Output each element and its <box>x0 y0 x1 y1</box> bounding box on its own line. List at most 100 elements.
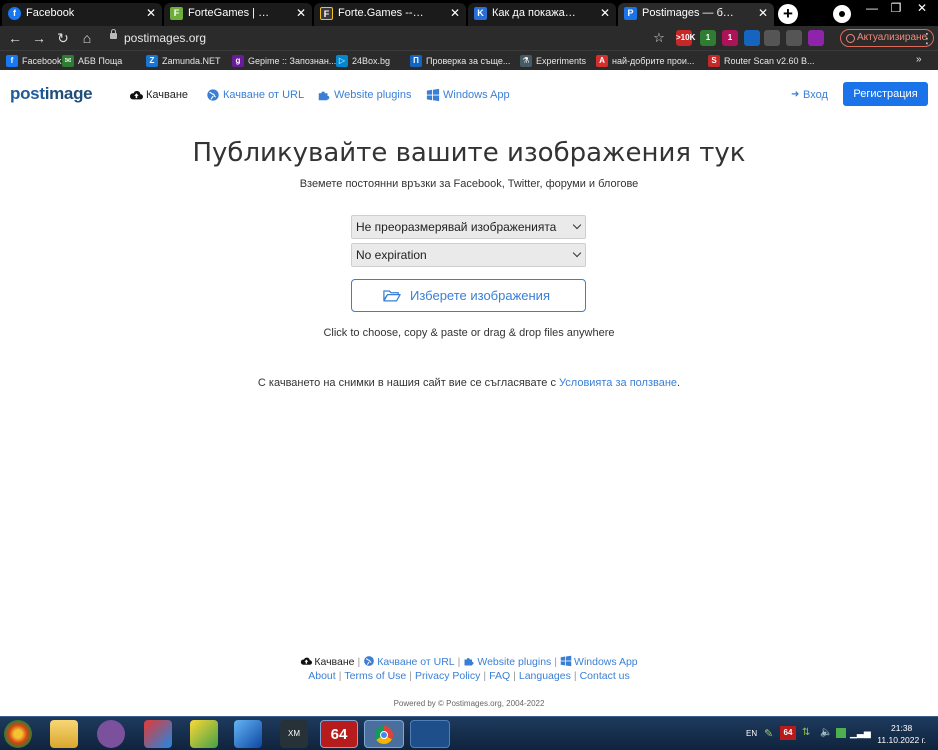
choose-images-button[interactable]: Изберете изображения <box>351 279 586 312</box>
language-indicator[interactable]: EN <box>746 729 757 738</box>
url-text: postimages.org <box>124 31 207 45</box>
home-icon[interactable]: ⌂ <box>78 29 96 47</box>
expiration-select[interactable]: No expiration <box>351 243 586 267</box>
upload-hint: Click to choose, copy & paste or drag & … <box>323 327 615 339</box>
footer-nav-windows-app[interactable]: Windows App <box>560 655 638 668</box>
bookmark-item[interactable]: ⚗ Experiments <box>520 54 586 68</box>
fortegames-icon: F <box>170 7 183 20</box>
battery-icon[interactable] <box>836 728 846 738</box>
expiration-select-value: No expiration <box>356 248 427 262</box>
footer-link-privacy[interactable]: Privacy Policy <box>415 670 480 682</box>
postimage-logo[interactable]: postimage <box>10 84 93 104</box>
forward-icon[interactable]: → <box>30 29 48 47</box>
bookmark-item[interactable]: П Проверка за съще... <box>410 54 510 68</box>
nav-windows-app[interactable]: Windows App <box>426 88 510 102</box>
tab-how-to-show-image[interactable]: K Как да покажа изображен ✕ <box>468 3 616 26</box>
clock[interactable]: 21:38 11.10.2022 г. <box>877 722 926 746</box>
bookmark-item[interactable]: Z Zamunda.NET <box>146 54 221 68</box>
chrome-icon[interactable] <box>364 720 404 748</box>
file-explorer-icon[interactable] <box>50 720 78 748</box>
reading-list-icon[interactable] <box>786 30 802 46</box>
postimages-icon: P <box>624 7 637 20</box>
footer-link-about[interactable]: About <box>308 670 335 682</box>
minimize-button[interactable]: — <box>860 0 884 17</box>
system-tray: EN ✎ 64 ⇅ 🔈 ▁▃▅ 21:38 11.10.2022 г. <box>740 717 938 750</box>
extension-headset-icon[interactable] <box>744 30 760 46</box>
bookmark-item[interactable]: S Router Scan v2.60 B... <box>708 54 815 68</box>
maximize-button[interactable]: ❐ <box>884 0 908 17</box>
close-window-button[interactable]: ✕ <box>908 0 936 17</box>
close-icon[interactable]: ✕ <box>146 3 156 24</box>
footer-nav-upload[interactable]: Качване <box>300 656 354 668</box>
back-icon[interactable]: ← <box>6 29 24 47</box>
windows-icon <box>560 655 572 667</box>
bookmark-star-icon[interactable]: ☆ <box>650 29 668 47</box>
resize-select[interactable]: Не преоразмерявай изображенията <box>351 215 586 239</box>
tray-badge[interactable]: 64 <box>780 726 796 740</box>
bookmark-item[interactable]: Aнай-добрите прои... <box>596 54 694 68</box>
app-64-icon[interactable]: 64 <box>320 720 358 748</box>
tab-search-icon[interactable] <box>833 5 851 23</box>
resize-select-value: Не преоразмерявай изображенията <box>356 220 557 234</box>
register-button[interactable]: Регистрация <box>843 82 928 106</box>
footer-nav: Качване | Качване от URL | Website plugins | W… <box>0 655 938 668</box>
nav-upload-label: Качване <box>146 89 189 101</box>
login-link[interactable]: Вход <box>791 88 828 102</box>
terms-notice: С качването на снимки в нашия сайт вие с… <box>0 377 938 389</box>
tab-postimages[interactable]: P Postimages — безплатен ✕ <box>618 3 774 26</box>
bookmark-item[interactable]: ▷ 24Box.bg <box>336 54 390 68</box>
start-orb-icon[interactable] <box>4 720 32 748</box>
powered-by: Powered by © Postimages.org, 2004-2022 <box>393 699 545 708</box>
new-tab-button[interactable]: + <box>778 4 798 24</box>
footer-nav-website-plugins[interactable]: Website plugins <box>463 656 551 668</box>
extension-badge-icon[interactable]: 1 <box>722 30 738 46</box>
extension-tree-icon[interactable]: 1 <box>700 30 716 46</box>
profile-icon[interactable] <box>808 30 824 46</box>
extension-10k-icon[interactable]: >10K <box>676 30 695 46</box>
close-icon[interactable]: ✕ <box>600 3 610 24</box>
nav-windows-app-label: Windows App <box>443 89 510 101</box>
pen-icon[interactable]: ✎ <box>764 727 773 740</box>
volume-icon[interactable]: 🔈 <box>820 727 832 738</box>
bookmark-item[interactable]: f Facebook <box>6 54 62 68</box>
logo-post-text: post <box>10 84 45 103</box>
app-blue-icon[interactable] <box>410 720 450 748</box>
footer-link-languages[interactable]: Languages <box>519 670 571 682</box>
app-icon[interactable] <box>234 720 262 748</box>
tab-title: Postimages — безплатен <box>642 7 734 19</box>
terms-suffix: . <box>677 377 681 389</box>
footer-nav-upload-url[interactable]: Качване от URL <box>363 656 455 668</box>
footer-link-terms[interactable]: Terms of Use <box>344 670 406 682</box>
menu-icon[interactable]: ⋮ <box>918 29 936 47</box>
puzzle-game-icon[interactable] <box>190 720 218 748</box>
footer-link-contact[interactable]: Contact us <box>580 670 630 682</box>
nav-upload-url[interactable]: Качване от URL <box>206 88 304 102</box>
nav-upload[interactable]: Качване <box>129 88 188 102</box>
tab-fortegames-belot[interactable]: F ForteGames | Белот Играй ✕ <box>164 3 312 26</box>
signal-icon[interactable]: ▁▃▅ <box>850 728 871 739</box>
folder-open-icon <box>383 290 401 302</box>
lock-icon[interactable] <box>110 29 117 41</box>
close-icon[interactable]: ✕ <box>758 3 768 24</box>
footer-nav-website-plugins-label: Website plugins <box>477 656 552 668</box>
url-field[interactable]: postimages.org <box>104 29 674 47</box>
reload-icon[interactable]: ↻ <box>54 29 72 47</box>
taskbar: XM 64 EN ✎ 64 ⇅ 🔈 ▁▃▅ 21:38 11.10.2022 г… <box>0 716 938 750</box>
bookmark-item[interactable]: ✉ АБВ Поща <box>62 54 122 68</box>
bookmark-item[interactable]: g Gepime :: Запознан... <box>232 54 336 68</box>
close-icon[interactable]: ✕ <box>450 3 460 24</box>
terms-link[interactable]: Условията за ползване <box>559 377 677 389</box>
viber-icon[interactable] <box>97 720 125 748</box>
tab-fortegames-ludo[interactable]: F Forte.Games -- Ludo -- ✕ <box>314 3 466 26</box>
tab-facebook[interactable]: f Facebook ✕ <box>2 3 162 26</box>
xm-play-icon[interactable]: XM <box>280 720 308 748</box>
network-icon[interactable]: ⇅ <box>802 727 810 738</box>
clock-date: 11.10.2022 г. <box>877 735 926 745</box>
chevron-down-icon <box>572 248 582 258</box>
extensions-puzzle-icon[interactable] <box>764 30 780 46</box>
nav-website-plugins[interactable]: Website plugins <box>317 88 411 102</box>
more-bookmarks-icon[interactable]: » <box>916 54 922 65</box>
footer-link-faq[interactable]: FAQ <box>489 670 510 682</box>
close-icon[interactable]: ✕ <box>296 3 306 24</box>
ccleaner-icon[interactable] <box>144 720 172 748</box>
